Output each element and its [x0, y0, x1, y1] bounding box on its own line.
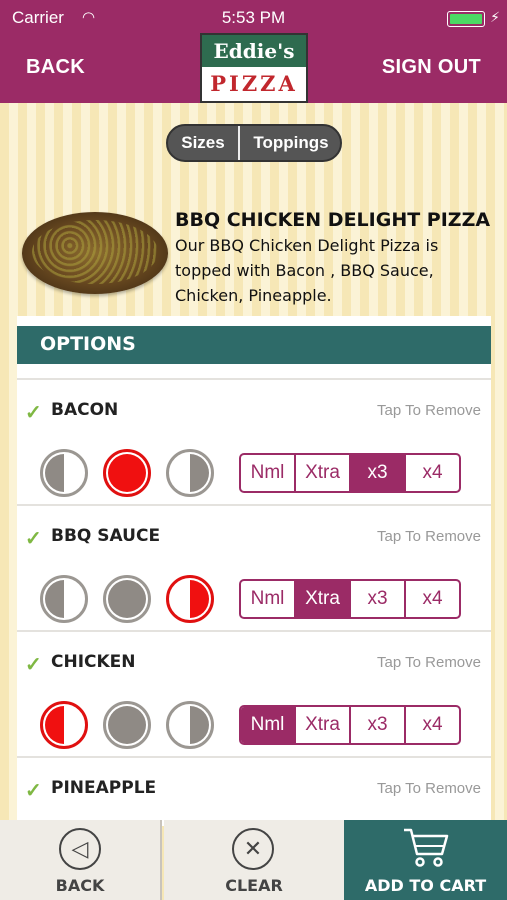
- add-to-cart-label: ADD TO CART: [364, 876, 487, 895]
- product-title: BBQ CHICKEN DELIGHT PIZZA: [175, 209, 491, 231]
- product-description: Our BBQ Chicken Delight Pizza is topped …: [175, 236, 439, 305]
- amount-normal-button[interactable]: Nml: [241, 707, 296, 743]
- topping-row-chicken: ✓ CHICKEN Tap To Remove Nml Xtra x3 x4: [17, 630, 491, 756]
- sizes-toppings-segmented-control: Sizes Toppings: [166, 124, 342, 162]
- amount-selector: Nml Xtra x3 x4: [239, 579, 461, 619]
- tab-sizes[interactable]: Sizes: [168, 126, 240, 160]
- topping-row-bacon: ✓ BACON Tap To Remove Nml Xtra x3 x4: [17, 378, 491, 504]
- amount-extra-button[interactable]: Xtra: [296, 581, 351, 617]
- checkmark-icon: ✓: [25, 780, 42, 802]
- whole-portion-button[interactable]: [103, 449, 151, 497]
- logo-top-text: Eddie's: [202, 35, 306, 67]
- clear-button[interactable]: ✕ CLEAR: [164, 820, 344, 900]
- amount-normal-button[interactable]: Nml: [241, 455, 296, 491]
- topping-name: BBQ SAUCE: [51, 526, 161, 546]
- checkmark-icon: ✓: [25, 402, 42, 424]
- tap-to-remove-button[interactable]: Tap To Remove: [377, 528, 481, 545]
- pizza-image: [22, 212, 168, 294]
- options-header: OPTIONS: [17, 326, 491, 364]
- left-half-portion-button[interactable]: [40, 701, 88, 749]
- status-time: 5:53 PM: [221, 8, 286, 27]
- tap-to-remove-button[interactable]: Tap To Remove: [377, 402, 481, 419]
- topping-row-bbq-sauce: ✓ BBQ SAUCE Tap To Remove Nml Xtra x3 x4: [17, 504, 491, 630]
- amount-x4-button[interactable]: x4: [406, 581, 459, 617]
- amount-x4-button[interactable]: x4: [406, 707, 459, 743]
- amount-x4-button[interactable]: x4: [406, 455, 459, 491]
- close-icon: ✕: [232, 828, 274, 870]
- bottom-toolbar: ◁ BACK ✕ CLEAR ADD TO CART: [0, 820, 507, 900]
- status-bar: Carrier ◠ 5:53 PM ⚡︎: [0, 6, 507, 32]
- app-header: Carrier ◠ 5:53 PM ⚡︎ BACK Eddie's PIZZA …: [0, 0, 507, 103]
- bottom-back-button[interactable]: ◁ BACK: [0, 820, 162, 900]
- back-button[interactable]: BACK: [26, 56, 85, 79]
- sign-out-button[interactable]: SIGN OUT: [382, 56, 481, 79]
- whole-portion-button[interactable]: [103, 701, 151, 749]
- tap-to-remove-button[interactable]: Tap To Remove: [377, 654, 481, 671]
- right-half-portion-button[interactable]: [166, 575, 214, 623]
- back-arrow-icon: ◁: [59, 828, 101, 870]
- charging-icon: ⚡︎: [490, 9, 500, 25]
- logo-bottom-text: PIZZA: [210, 71, 298, 96]
- options-title: OPTIONS: [40, 333, 136, 355]
- amount-extra-button[interactable]: Xtra: [296, 455, 351, 491]
- amount-selector: Nml Xtra x3 x4: [239, 453, 461, 493]
- amount-x3-button[interactable]: x3: [351, 455, 406, 491]
- right-half-portion-button[interactable]: [166, 449, 214, 497]
- battery-icon: [447, 11, 485, 27]
- shopping-cart-icon: [404, 828, 449, 867]
- left-half-portion-button[interactable]: [40, 575, 88, 623]
- topping-name: BACON: [51, 400, 119, 420]
- add-to-cart-button[interactable]: ADD TO CART: [344, 820, 507, 900]
- amount-extra-button[interactable]: Xtra: [296, 707, 351, 743]
- left-half-portion-button[interactable]: [40, 449, 88, 497]
- amount-x3-button[interactable]: x3: [351, 581, 406, 617]
- whole-portion-button[interactable]: [103, 575, 151, 623]
- checkmark-icon: ✓: [25, 654, 42, 676]
- eddies-pizza-logo: Eddie's PIZZA: [200, 33, 308, 103]
- amount-normal-button[interactable]: Nml: [241, 581, 296, 617]
- checkmark-icon: ✓: [25, 528, 42, 550]
- topping-name: CHICKEN: [51, 652, 136, 672]
- tab-toppings[interactable]: Toppings: [242, 126, 340, 160]
- clear-label: CLEAR: [225, 876, 283, 895]
- topping-name: PINEAPPLE: [51, 778, 157, 798]
- amount-selector: Nml Xtra x3 x4: [239, 705, 461, 745]
- tap-to-remove-button[interactable]: Tap To Remove: [377, 780, 481, 797]
- right-half-portion-button[interactable]: [166, 701, 214, 749]
- topping-row-pineapple: ✓ PINEAPPLE Tap To Remove: [17, 756, 491, 826]
- bottom-back-label: BACK: [55, 876, 105, 895]
- options-panel: OPTIONS ✓ BACON Tap To Remove Nml Xtra x…: [17, 316, 491, 826]
- amount-x3-button[interactable]: x3: [351, 707, 406, 743]
